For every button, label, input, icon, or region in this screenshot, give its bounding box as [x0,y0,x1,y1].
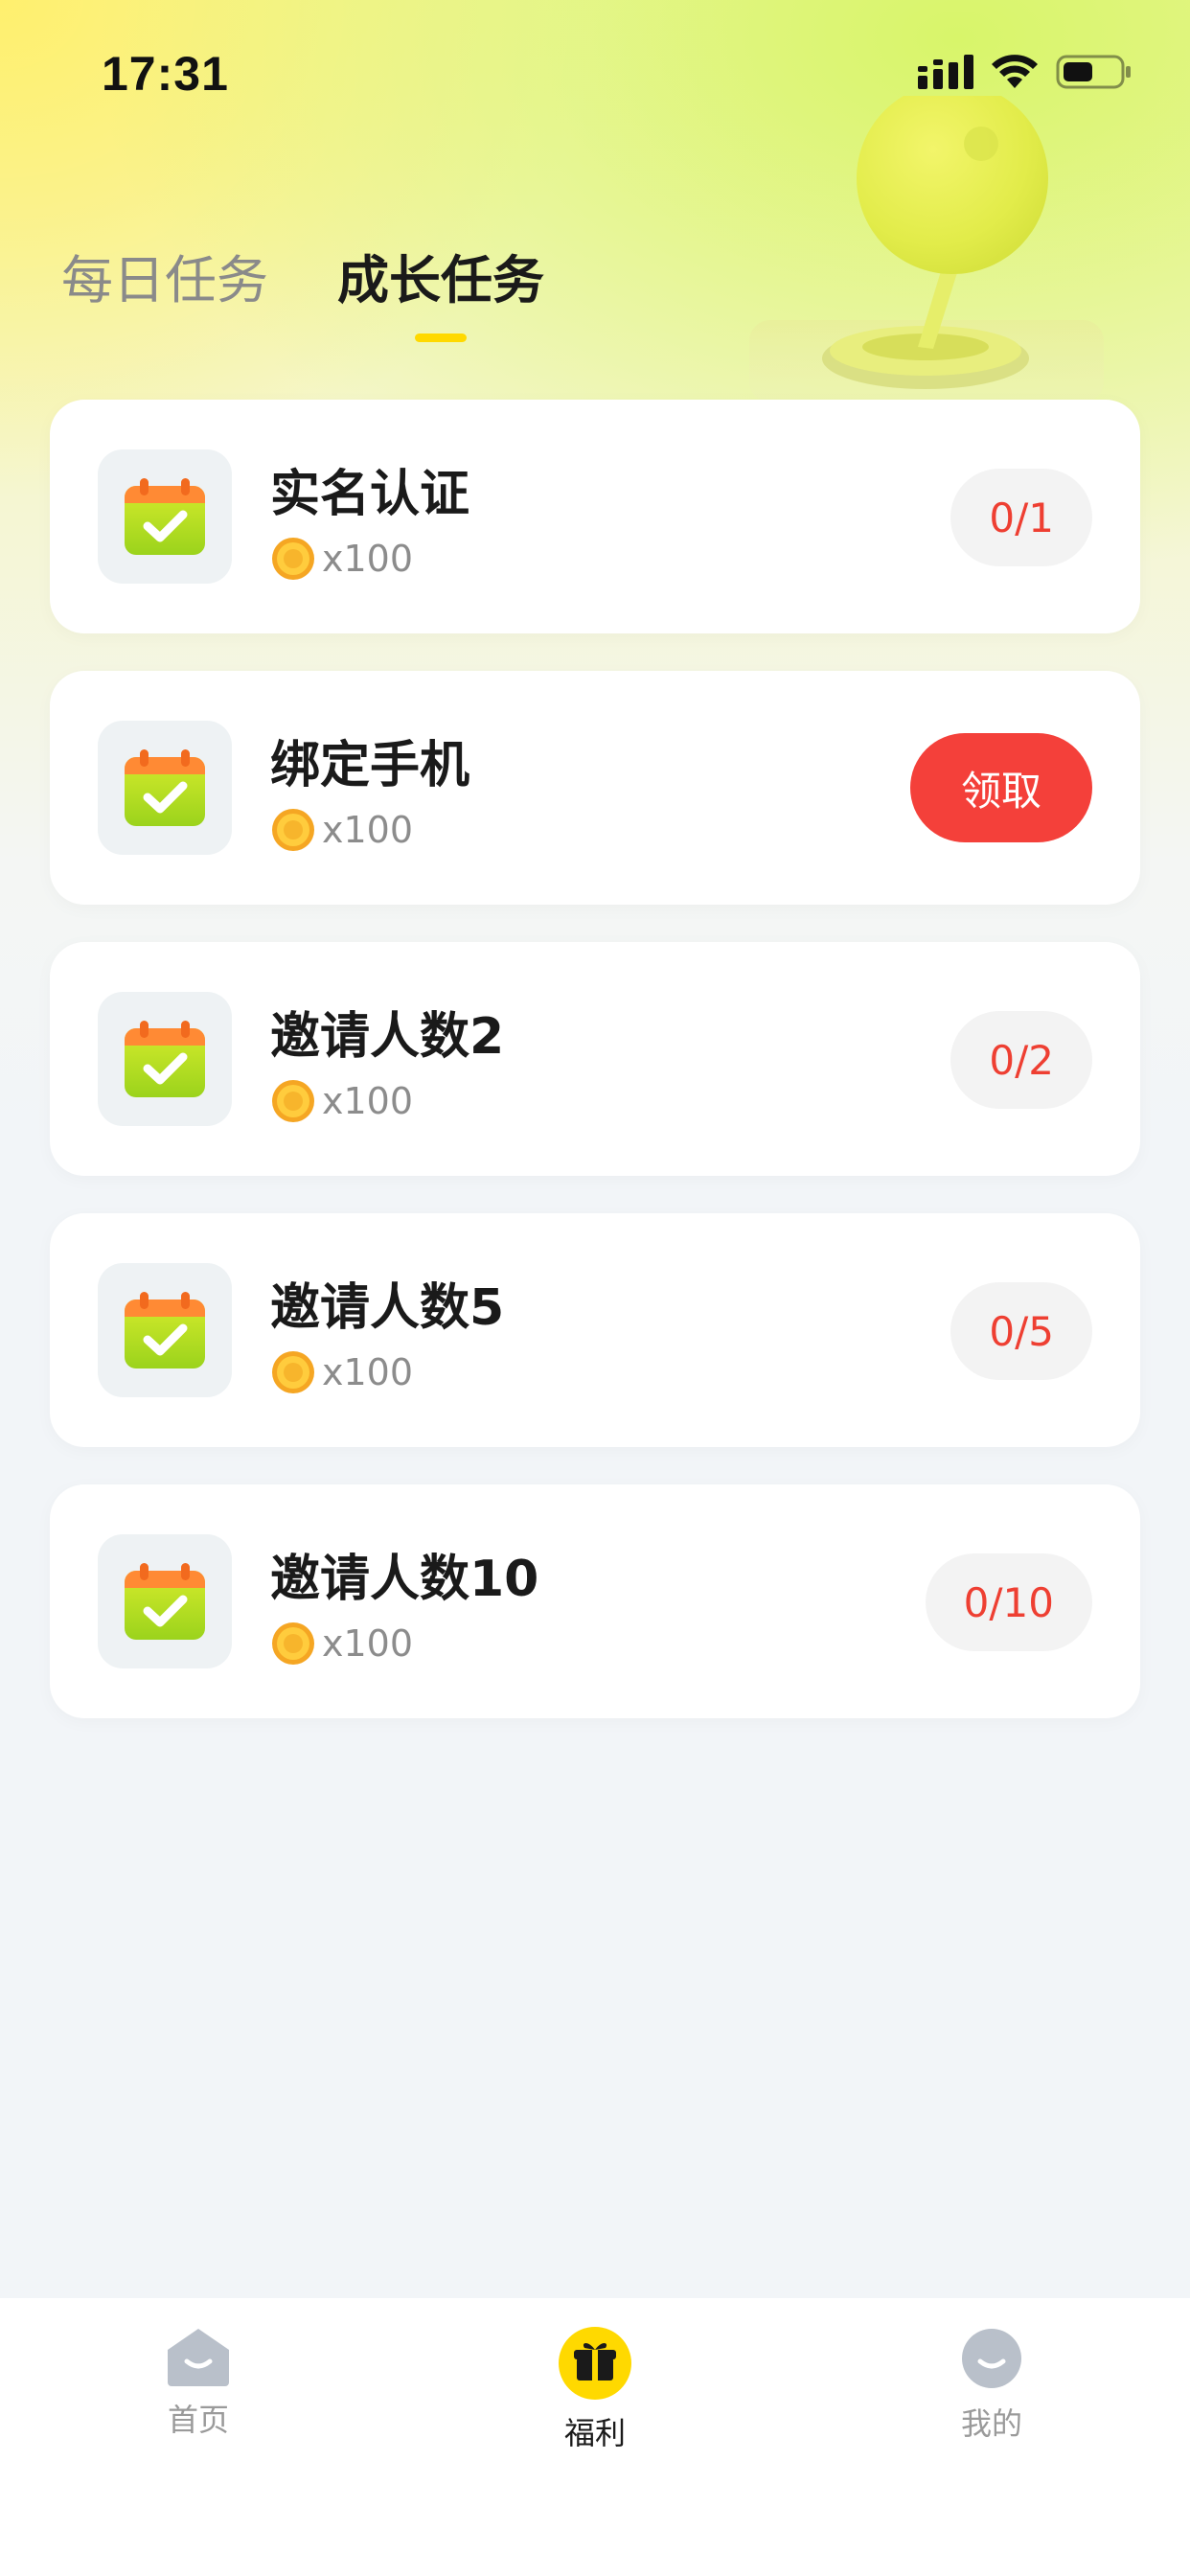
reward-amount: x100 [322,1622,414,1665]
calendar-check-icon [125,1563,205,1640]
joystick-decoration-icon [749,96,1104,402]
coin-icon [272,1080,314,1122]
task-tabs: 每日任务 成长任务 [61,238,544,342]
reward-amount: x100 [322,1351,414,1393]
task-reward: x100 [270,807,413,853]
coin-icon [272,809,314,851]
task-progress: 0/5 [950,1282,1092,1380]
nav-label-welfare: 福利 [563,2415,626,2451]
nav-item-welfare[interactable]: 福利 [499,2327,691,2453]
task-reward: x100 [270,1621,413,1667]
tab-daily-tasks[interactable]: 每日任务 [61,238,268,313]
wifi-icon [992,55,1038,88]
task-reward: x100 [270,1349,413,1395]
claim-button[interactable]: 领取 [910,733,1092,842]
gift-icon [559,2327,631,2400]
task-icon-container [98,1534,232,1668]
task-reward: x100 [270,1078,413,1124]
reward-amount: x100 [322,538,414,580]
bottom-nav: 首页 福利 我的 [0,2298,1190,2576]
task-progress: 0/1 [950,469,1092,566]
task-icon-container [98,449,232,584]
reward-amount: x100 [322,809,414,851]
task-icon-container [98,1263,232,1397]
status-time: 17:31 [102,47,229,101]
calendar-check-icon [125,1292,205,1368]
nav-item-home[interactable]: 首页 [103,2327,294,2440]
calendar-check-icon [125,1021,205,1097]
battery-icon [1056,55,1131,89]
tab-growth-tasks-label: 成长任务 [337,250,544,310]
task-progress: 0/10 [925,1553,1092,1651]
reward-amount: x100 [322,1080,414,1122]
task-card: 绑定手机 x100 领取 [50,671,1140,905]
task-title: 邀请人数2 [270,1008,505,1066]
cellular-signal-icon [918,55,973,89]
calendar-check-icon [125,478,205,555]
nav-item-mine[interactable]: 我的 [896,2327,1087,2444]
coin-icon [272,538,314,580]
profile-icon [962,2329,1021,2388]
task-card: 实名认证 x100 0/1 [50,400,1140,633]
task-icon-container [98,992,232,1126]
task-title: 实名认证 [270,466,470,523]
status-icons [918,54,1133,90]
coin-icon [272,1351,314,1393]
task-reward: x100 [270,536,413,582]
nav-label-mine: 我的 [960,2405,1022,2442]
task-title: 邀请人数5 [270,1279,505,1337]
task-card: 邀请人数10 x100 0/10 [50,1484,1140,1718]
nav-label-home: 首页 [167,2402,229,2438]
active-tab-indicator [415,334,467,342]
task-title: 绑定手机 [270,737,470,794]
tab-growth-tasks[interactable]: 成长任务 [337,238,544,342]
coin-icon [272,1622,314,1665]
task-icon-container [98,721,232,855]
task-card: 邀请人数5 x100 0/5 [50,1213,1140,1447]
task-title: 邀请人数10 [270,1551,539,1608]
task-progress: 0/2 [950,1011,1092,1109]
calendar-check-icon [125,749,205,826]
home-icon [168,2329,229,2386]
task-list: 实名认证 x100 0/1 绑定手机 x100 领取 邀请人数2 x100 0/… [50,400,1140,1756]
task-card: 邀请人数2 x100 0/2 [50,942,1140,1176]
